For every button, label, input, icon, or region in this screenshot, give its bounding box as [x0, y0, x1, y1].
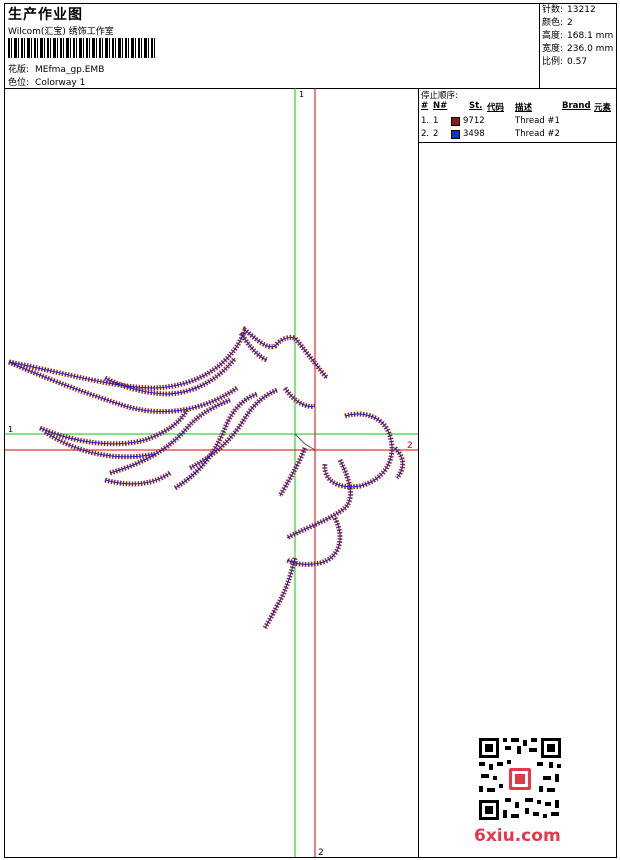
- red-h-label: 2: [407, 441, 413, 451]
- stat-width: 宽度: 236.0 mm: [542, 44, 614, 54]
- stat-stitches: 针数: 13212: [542, 5, 596, 15]
- barcode: [8, 38, 156, 58]
- page-title: 生产作业图: [8, 7, 83, 23]
- design-label: 花版:: [8, 65, 30, 75]
- col-hash: #: [421, 101, 429, 111]
- qr-code: [477, 736, 563, 822]
- thread-2-stitches: [8, 329, 404, 629]
- stat-scale: 比例: 0.57: [542, 57, 588, 67]
- stat-colors: 颜色: 2: [542, 18, 573, 28]
- colorway-label: 色位:: [8, 78, 30, 88]
- red-v-label: 2: [318, 848, 324, 857]
- watermark-text: 6xiu.com: [474, 826, 561, 846]
- col-desc: 描述: [515, 103, 533, 113]
- col-code: 代码: [487, 103, 505, 113]
- green-v-label: 1: [299, 90, 304, 99]
- design-canvas: 1 1 2 2: [5, 88, 419, 857]
- col-brand: Brand: [562, 101, 591, 111]
- embroidery-preview: 1 1 2 2: [5, 88, 418, 857]
- thread-1-swatch: [451, 117, 460, 126]
- stats-box: 针数: 13212 颜色: 2 高度: 168.1 mm 宽度: 236.0 mm 比例…: [539, 4, 617, 88]
- col-st: St.: [469, 101, 483, 111]
- col-n: N#: [433, 101, 448, 111]
- stat-height: 高度: 168.1 mm: [542, 31, 614, 41]
- stop-sequence-panel: 停止顺序: # N# St. 代码 描述 Brand 元素 1. 1 9712 …: [419, 88, 616, 143]
- stop-sequence-title: 停止顺序:: [421, 91, 458, 101]
- colorway-row: 色位: Colorway 1: [8, 75, 85, 88]
- colorway-value: Colorway 1: [35, 78, 86, 88]
- worksheet: 生产作业图 Wilcom(汇宝) 绣饰工作室 花版: MEfma_gp.EMB 色…: [4, 3, 617, 858]
- col-element: 元素: [594, 103, 612, 113]
- green-h-label: 1: [8, 425, 13, 434]
- design-value: MEfma_gp.EMB: [35, 65, 105, 75]
- thread-2-swatch: [451, 130, 460, 139]
- header: 生产作业图 Wilcom(汇宝) 绣饰工作室 花版: MEfma_gp.EMB 色…: [5, 4, 616, 89]
- studio-name: Wilcom(汇宝) 绣饰工作室: [8, 27, 114, 37]
- design-row: 花版: MEfma_gp.EMB: [8, 62, 104, 75]
